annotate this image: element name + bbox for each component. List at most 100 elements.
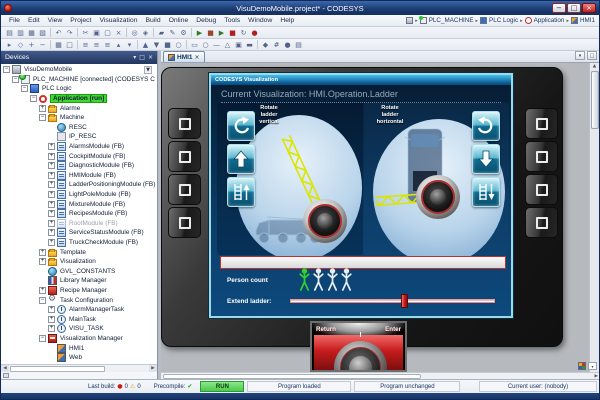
tree-expander-icon[interactable]: − — [39, 296, 46, 304]
single-cycle-icon[interactable]: ↻ — [238, 28, 249, 38]
tree-expander-icon[interactable]: + — [48, 191, 55, 199]
visualization-mode-icon[interactable] — [578, 362, 586, 370]
device-filter-dropdown-icon[interactable]: ▼ — [144, 65, 152, 74]
tree-item-visudemomobile[interactable]: − VisuDemoMobile ▼ — [1, 65, 157, 75]
tree-item-ip-resc[interactable]: IP_RESC — [1, 132, 157, 142]
send-back-icon[interactable]: ▼ — [151, 40, 162, 50]
extend-ladder-slider-track[interactable] — [290, 299, 495, 303]
watch-icon[interactable]: ● — [282, 40, 293, 50]
tree-item-diagnosticmodule-fb[interactable]: + DiagnosticModule (FB) — [1, 161, 157, 171]
hmi-left-side-button-3[interactable] — [168, 174, 201, 205]
tree-expander-icon[interactable]: − — [12, 75, 19, 83]
tree-expander-icon[interactable]: + — [48, 306, 55, 314]
save-icon[interactable]: ▦ — [26, 28, 37, 38]
tab-list-dropdown-icon[interactable]: ▾ — [575, 51, 585, 60]
undo-icon[interactable]: ↶ — [53, 28, 64, 38]
breadcrumb-plc-logic[interactable]: PLC Logic — [489, 17, 518, 24]
align-center-icon[interactable]: ≡ — [91, 40, 102, 50]
find-icon[interactable]: ◎ — [129, 28, 140, 38]
tree-expander-icon[interactable]: − — [39, 334, 46, 342]
minimize-button[interactable]: − — [552, 3, 566, 13]
print-icon[interactable]: ▧ — [37, 28, 48, 38]
menu-debug[interactable]: Debug — [192, 17, 220, 24]
menu-tools[interactable]: Tools — [220, 17, 244, 24]
tree-item-task-configuration[interactable]: − Task Configuration — [1, 295, 157, 305]
hmi-right-side-button-1[interactable] — [525, 108, 558, 139]
tree-expander-icon[interactable]: + — [48, 171, 55, 179]
hmi-left-side-button-2[interactable] — [168, 141, 201, 172]
tree-expander-icon[interactable]: − — [21, 85, 28, 93]
auto-hide-pin-icon[interactable]: □ — [139, 54, 145, 61]
tree-item-lightpolemodule-fb[interactable]: + LightPoleModule (FB) — [1, 190, 157, 200]
tree-expander-icon[interactable]: − — [30, 95, 37, 103]
redo-icon[interactable]: ↷ — [64, 28, 75, 38]
replace-icon[interactable]: ◈ — [140, 28, 151, 38]
open-project-icon[interactable]: ▥ — [15, 28, 26, 38]
ladder-extend-button[interactable] — [227, 177, 255, 207]
move-icon[interactable]: ◇ — [15, 40, 26, 50]
tree-item-servicestatusmodule-fb[interactable]: + ServiceStatusModule (FB) — [1, 228, 157, 238]
tree-item-plc-logic[interactable]: − PLC Logic — [1, 84, 157, 94]
hmi-right-side-button-4[interactable] — [525, 207, 558, 238]
tree-item-visualization-manager[interactable]: − Visualization Manager — [1, 333, 157, 344]
project-icon[interactable] — [406, 17, 414, 24]
scroll-left-icon[interactable]: ◀ — [1, 365, 9, 372]
hmi-left-side-button-1[interactable] — [168, 108, 201, 139]
insert-button-icon[interactable]: ▬ — [244, 40, 255, 50]
tree-item-library-manager[interactable]: Library Manager — [1, 276, 157, 286]
tree-expander-icon[interactable]: + — [48, 200, 55, 208]
tree-item-maintask[interactable]: + MainTask — [1, 314, 157, 324]
scroll-right-icon[interactable]: ▶ — [149, 365, 157, 372]
dock-menu-icon[interactable]: ▾ — [133, 54, 136, 61]
insert-line-icon[interactable]: — — [211, 40, 222, 50]
scrollbar-thumb[interactable] — [590, 71, 599, 129]
zoom-in-icon[interactable]: + — [26, 40, 37, 50]
menu-file[interactable]: File — [5, 17, 24, 24]
tree-item-template[interactable]: + Template — [1, 247, 157, 257]
menu-edit[interactable]: Edit — [24, 17, 44, 24]
hmi-right-side-button-3[interactable] — [525, 174, 558, 205]
zoom-out-icon[interactable]: − — [37, 40, 48, 50]
bring-front-icon[interactable]: ▲ — [140, 40, 151, 50]
tree-item-web[interactable]: Web — [1, 353, 157, 363]
tab-hmi1[interactable]: HMI1 × — [163, 51, 205, 62]
cut-icon[interactable]: ✂ — [80, 28, 91, 38]
properties-icon[interactable]: ▰ — [156, 28, 167, 38]
breadcrumb-plc-machine[interactable]: PLC_MACHINE — [429, 17, 474, 24]
tree-item-truckcheckmodule-fb[interactable]: + TruckCheckModule (FB) — [1, 237, 157, 248]
start-icon[interactable]: ▶ — [216, 28, 227, 38]
menu-visualization[interactable]: Visualization — [95, 17, 141, 24]
tree-item-hmimodule-fb[interactable]: + HMIModule (FB) — [1, 170, 157, 181]
tree-expander-icon[interactable]: + — [48, 238, 55, 246]
menu-window[interactable]: Window — [244, 17, 276, 24]
tree-expander-icon[interactable]: + — [39, 286, 46, 294]
menu-build[interactable]: Build — [141, 17, 164, 24]
tree-item-hmi1[interactable]: HMI1 — [1, 343, 157, 353]
editor-vertical-scrollbar[interactable]: ▲ ▼ — [589, 63, 599, 372]
scrollbar-thumb[interactable] — [163, 373, 421, 379]
align-bottom-icon[interactable]: ▾ — [124, 40, 135, 50]
insert-ellipse-icon[interactable]: ○ — [200, 40, 211, 50]
tree-expander-icon[interactable]: − — [39, 114, 46, 122]
logout-icon[interactable]: ■ — [205, 28, 216, 38]
maximize-button[interactable]: □ — [567, 3, 581, 13]
scroll-right-icon[interactable]: ▶ — [595, 374, 598, 379]
scroll-up-icon[interactable]: ▲ — [593, 63, 596, 71]
cursor-icon[interactable]: ▸ — [4, 40, 15, 50]
rotate-ladder-ccw-button[interactable] — [227, 111, 255, 141]
tree-expander-icon[interactable]: + — [48, 315, 55, 323]
align-top-icon[interactable]: ▴ — [113, 40, 124, 50]
panel-collapse-icon[interactable] — [3, 373, 9, 378]
rotate-ladder-cw-button[interactable] — [472, 111, 500, 141]
tree-expander-icon[interactable]: + — [39, 104, 46, 112]
monitoring-icon[interactable]: ◆ — [260, 40, 271, 50]
scrollbar-thumb[interactable] — [10, 365, 105, 372]
tree-item-alarme[interactable]: + Alarme — [1, 103, 157, 113]
device-log-icon[interactable]: ▤ — [293, 40, 304, 50]
tree-item-ladderpositioningmodule-fb[interactable]: + LadderPositioningModule (FB) — [1, 180, 157, 190]
devices-horizontal-scrollbar[interactable]: ◀ ▶ — [1, 364, 157, 372]
new-project-icon[interactable]: ▤ — [4, 28, 15, 38]
menu-project[interactable]: Project — [66, 17, 95, 24]
flow-control-icon[interactable]: # — [271, 40, 282, 50]
tree-item-recipesmodule-fb[interactable]: + RecipesModule (FB) — [1, 209, 157, 219]
